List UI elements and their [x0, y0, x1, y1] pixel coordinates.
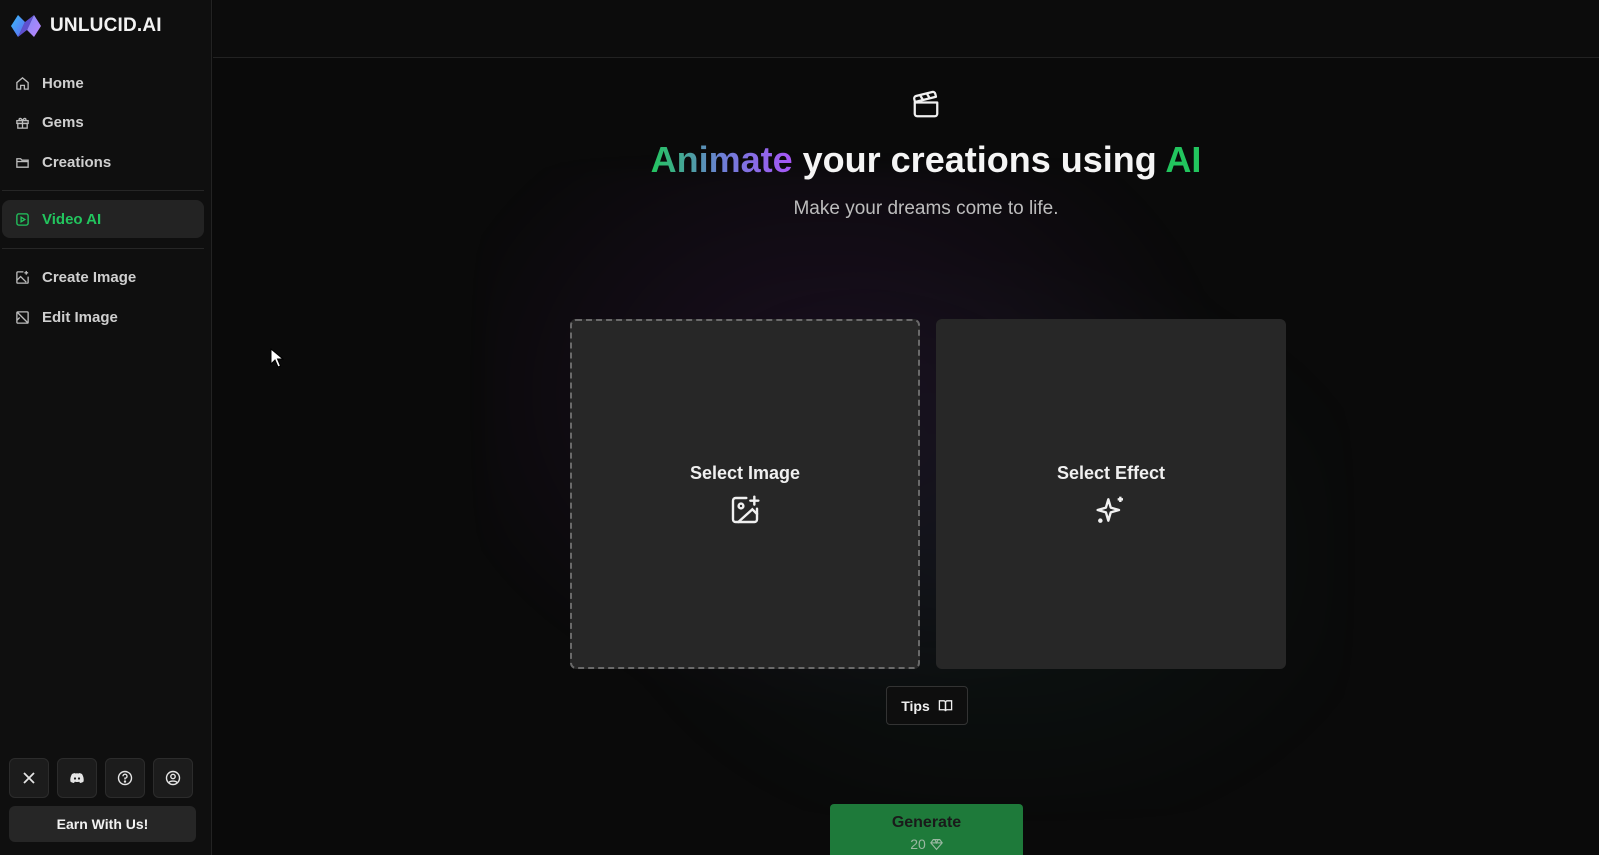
- video-icon: [16, 212, 29, 226]
- earn-with-us-button[interactable]: Earn With Us!: [9, 806, 196, 842]
- sidebar-item-label: Gems: [42, 113, 84, 131]
- sidebar-item-create-image[interactable]: Create Image: [2, 258, 204, 296]
- image-plus-icon: [731, 494, 760, 523]
- logo-icon: [11, 15, 41, 37]
- generate-cost: 20: [910, 836, 943, 852]
- clapperboard-icon: [913, 90, 939, 118]
- page-title: Animate your creations using AI: [213, 139, 1599, 181]
- select-effect-card[interactable]: Select Effect: [936, 319, 1286, 669]
- sidebar-item-label: Edit Image: [42, 308, 118, 326]
- sidebar-item-home[interactable]: Home: [2, 64, 204, 102]
- book-open-icon: [938, 700, 953, 712]
- gift-icon: [16, 117, 29, 129]
- sidebar-item-label: Creations: [42, 153, 112, 171]
- account-button[interactable]: [153, 758, 193, 798]
- main-content: Animate your creations using AI Make you…: [213, 59, 1599, 855]
- select-effect-label: Select Effect: [1056, 462, 1166, 483]
- mouse-cursor-icon: [270, 348, 284, 368]
- help-circle-icon: [117, 770, 133, 786]
- sidebar-item-video-ai[interactable]: Video AI: [2, 200, 204, 238]
- app-root: UNLUCID.AI Home Gems Creations Video AI …: [0, 0, 1599, 855]
- sidebar-item-edit-image[interactable]: Edit Image: [2, 298, 204, 336]
- gem-icon: [929, 838, 943, 850]
- folder-icon: [16, 157, 29, 168]
- x-button[interactable]: [9, 758, 49, 798]
- home-icon: [16, 76, 29, 90]
- x-logo-icon: [23, 772, 35, 784]
- brand[interactable]: UNLUCID.AI: [10, 12, 162, 40]
- title-highlight-ai: AI: [1165, 139, 1202, 180]
- sparkles-icon: [1096, 496, 1123, 523]
- sidebar-divider: [2, 190, 204, 191]
- select-image-label: Select Image: [689, 462, 801, 483]
- tips-label: Tips: [901, 697, 930, 714]
- sidebar-item-creations[interactable]: Creations: [2, 143, 204, 181]
- sidebar-item-label: Create Image: [42, 268, 137, 286]
- generate-cost-value: 20: [910, 836, 926, 852]
- generate-button[interactable]: Generate 20: [830, 804, 1023, 855]
- sidebar-divider: [2, 248, 204, 249]
- page-subtitle: Make your dreams come to life.: [793, 198, 1059, 219]
- sidebar: UNLUCID.AI Home Gems Creations Video AI …: [0, 0, 212, 855]
- tips-button[interactable]: Tips: [886, 686, 968, 725]
- help-button[interactable]: [105, 758, 145, 798]
- discord-icon: [70, 773, 84, 783]
- user-circle-icon: [165, 770, 181, 786]
- title-highlight-animate: Animate: [650, 139, 793, 180]
- generate-label: Generate: [891, 814, 962, 831]
- image-plus-icon: [16, 270, 29, 284]
- image-off-icon: [16, 310, 29, 324]
- sidebar-item-gems[interactable]: Gems: [2, 103, 204, 141]
- brand-name: UNLUCID.AI: [50, 15, 162, 36]
- discord-button[interactable]: [57, 758, 97, 798]
- title-middle: your creations using: [792, 139, 1166, 180]
- sidebar-item-label: Home: [42, 74, 84, 92]
- sidebar-item-label: Video AI: [42, 210, 102, 228]
- top-bar: [213, 0, 1599, 58]
- select-image-card[interactable]: Select Image: [570, 319, 920, 669]
